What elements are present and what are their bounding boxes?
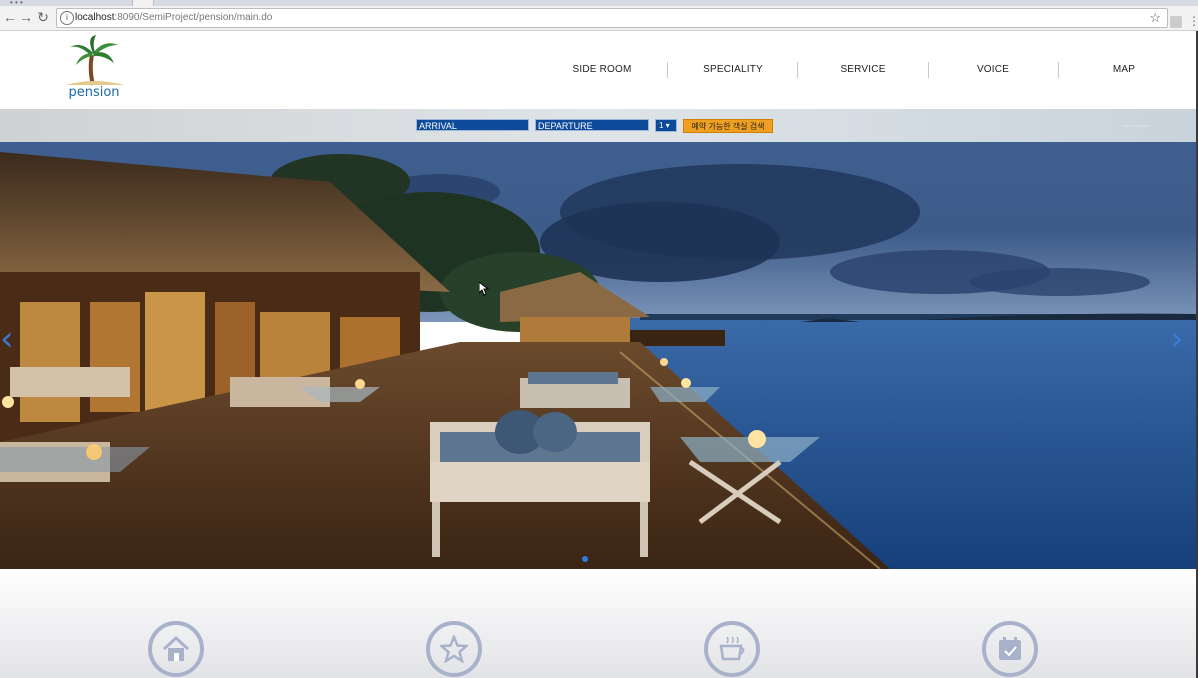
hero-carousel: ARRIVAL DEPARTURE 1 ▾ 예약 가능한 객실 검색 ~~~~~… bbox=[0, 109, 1196, 569]
resort-night-photo bbox=[0, 142, 1196, 569]
nav-service[interactable]: SERVICE bbox=[838, 61, 888, 79]
features-section bbox=[0, 569, 1196, 678]
nav-divider bbox=[1058, 62, 1059, 78]
url-host: localhost bbox=[75, 12, 115, 23]
address-bar[interactable]: i localhost:8090/SemiProject/pension/mai… bbox=[56, 8, 1168, 28]
url-path: :8090/SemiProject/pension/main.do bbox=[114, 12, 273, 23]
carousel-indicator-dot[interactable] bbox=[582, 556, 588, 562]
nav-divider bbox=[928, 62, 929, 78]
carousel-next-arrow[interactable]: › bbox=[1170, 319, 1184, 359]
mouse-cursor-icon bbox=[479, 282, 489, 296]
star-icon bbox=[440, 635, 468, 663]
search-rooms-button[interactable]: 예약 가능한 객실 검색 bbox=[683, 119, 773, 133]
palm-tree-icon bbox=[66, 35, 124, 86]
nav-voice[interactable]: VOICE bbox=[970, 61, 1016, 79]
browser-menu-icon[interactable]: ⋮ bbox=[1188, 14, 1198, 28]
logo-text: pension bbox=[68, 85, 120, 100]
browser-toolbar: ← → ↻ i localhost:8090/SemiProject/pensi… bbox=[0, 6, 1198, 31]
back-icon[interactable]: ← bbox=[2, 9, 18, 25]
guest-count-value: 1 bbox=[659, 121, 664, 130]
star-feature-circle[interactable] bbox=[426, 621, 482, 677]
search-bar-decoration: ~~~~~~~~ bbox=[1122, 124, 1151, 130]
arrival-date-field[interactable]: ARRIVAL bbox=[416, 119, 529, 131]
nav-map[interactable]: MAP bbox=[1106, 61, 1142, 79]
site-header: pension SIDE ROOM SPECIALITY SERVICE VOI… bbox=[0, 31, 1198, 110]
site-info-icon[interactable]: i bbox=[60, 11, 74, 25]
nav-side-room[interactable]: SIDE ROOM bbox=[568, 61, 636, 79]
site-logo[interactable]: pension bbox=[62, 35, 126, 105]
home-icon bbox=[162, 635, 190, 661]
calendar-feature-circle[interactable] bbox=[982, 621, 1038, 677]
url-text[interactable]: localhost:8090/SemiProject/pension/main.… bbox=[75, 9, 272, 27]
nav-divider bbox=[797, 62, 798, 78]
coffee-icon bbox=[719, 636, 745, 661]
guest-count-select[interactable]: 1 ▾ bbox=[655, 119, 677, 132]
nav-divider bbox=[667, 62, 668, 78]
coffee-feature-circle[interactable] bbox=[704, 621, 760, 677]
calendar-icon bbox=[999, 637, 1021, 660]
forward-icon[interactable]: → bbox=[18, 9, 34, 25]
carousel-prev-arrow[interactable]: ‹ bbox=[0, 319, 14, 359]
bookmark-star-icon[interactable]: ☆ bbox=[1149, 9, 1161, 27]
reservation-search-bar: ARRIVAL DEPARTURE 1 ▾ 예약 가능한 객실 검색 ~~~~~… bbox=[0, 109, 1196, 142]
extension-icon[interactable] bbox=[1170, 16, 1182, 28]
home-feature-circle[interactable] bbox=[148, 621, 204, 677]
reload-icon[interactable]: ↻ bbox=[35, 9, 51, 25]
departure-date-field[interactable]: DEPARTURE bbox=[535, 119, 649, 131]
nav-speciality[interactable]: SPECIALITY bbox=[700, 61, 766, 79]
